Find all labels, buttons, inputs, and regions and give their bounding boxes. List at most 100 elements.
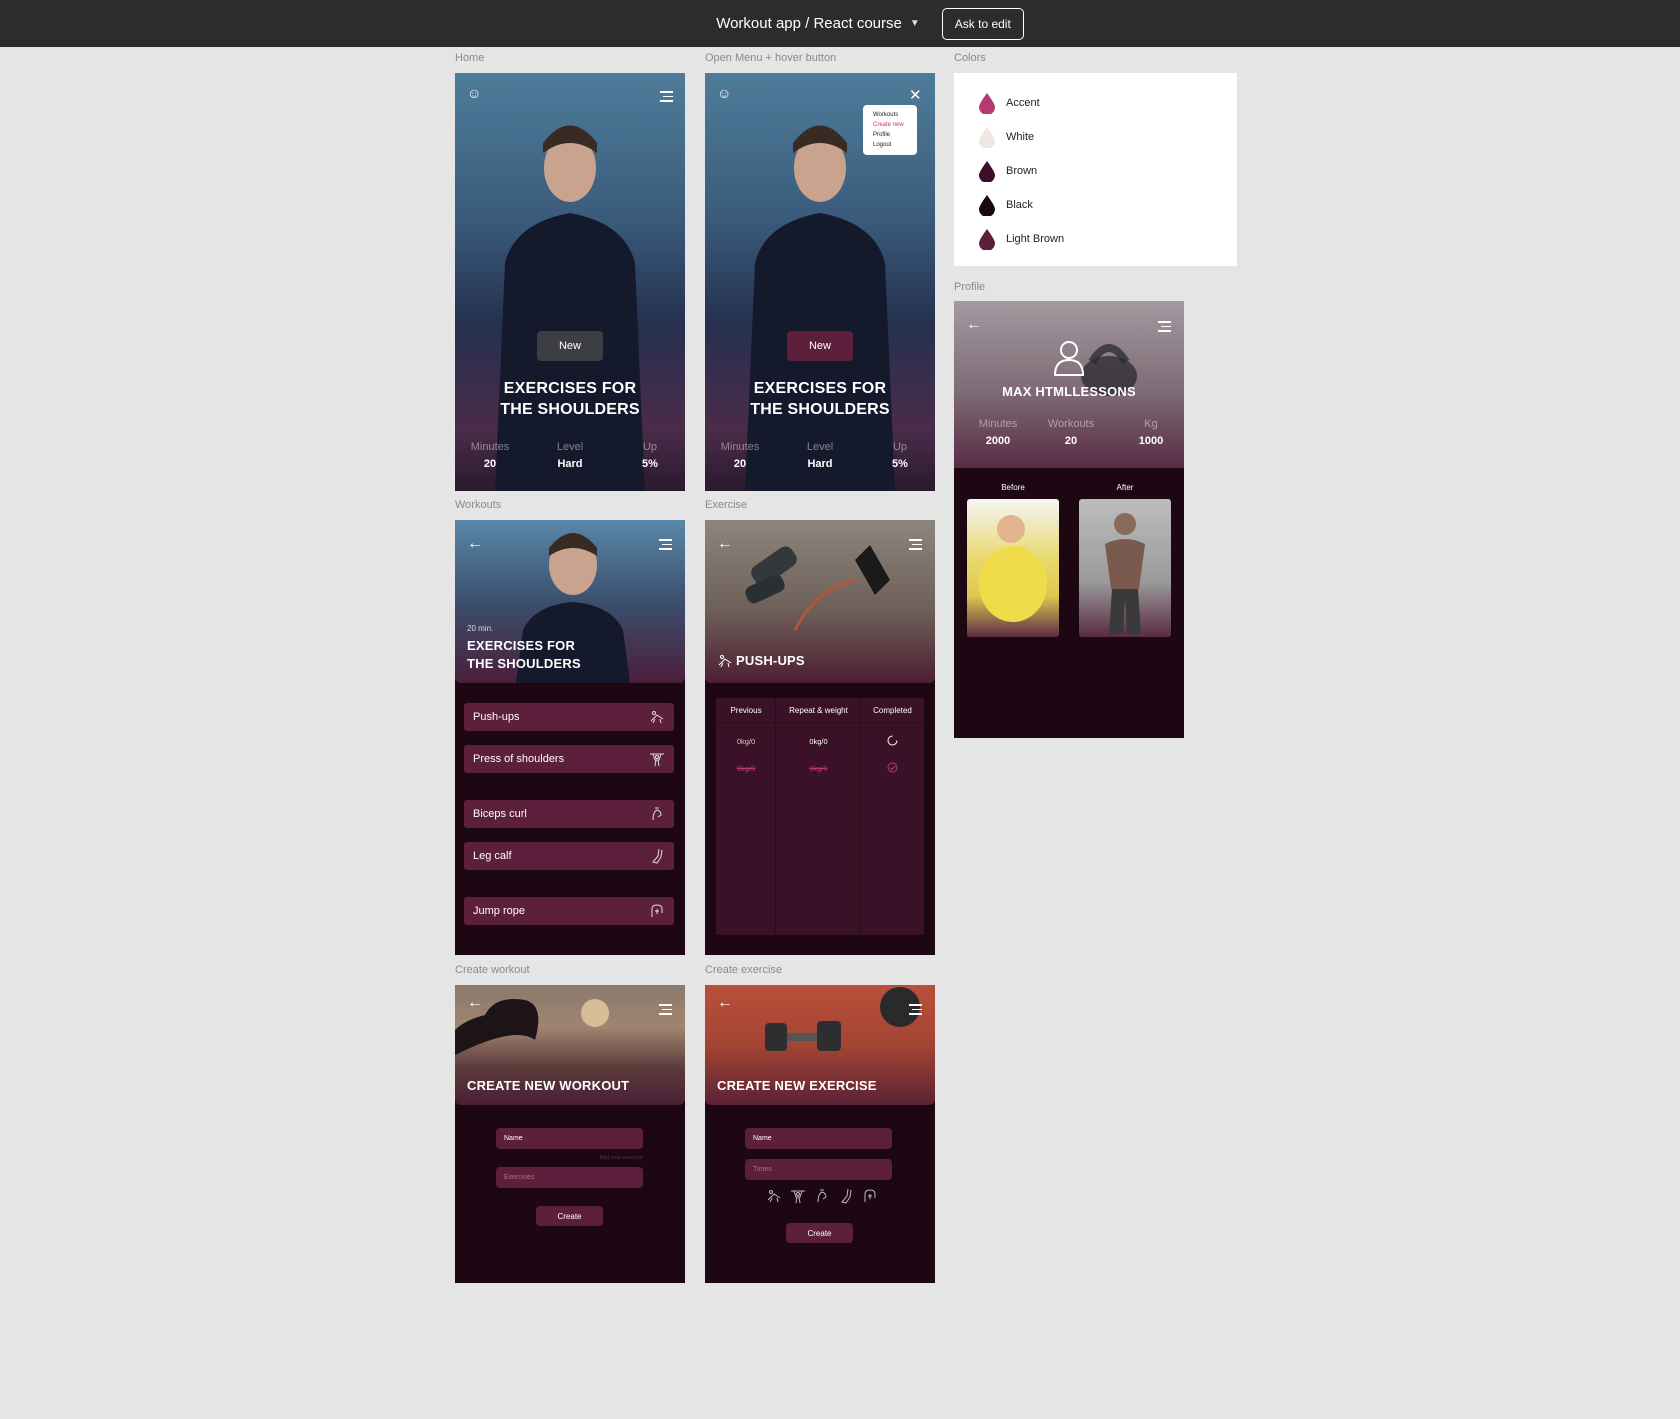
jump-rope-icon <box>651 904 663 917</box>
cell-repeat-weight[interactable]: 0kg/0 <box>776 764 861 773</box>
swatch-white: White <box>978 126 1034 148</box>
frame-label-create-exercise: Create exercise <box>705 964 783 976</box>
ask-to-edit-button[interactable]: Ask to edit <box>941 7 1024 40</box>
chevron-down-icon[interactable]: ▼ <box>910 18 920 29</box>
menu-icon[interactable] <box>659 1004 672 1015</box>
title-line-1: EXERCISES FOR <box>753 380 887 397</box>
avatar-icon <box>1053 341 1085 376</box>
list-item-press-of-shoulders[interactable]: Press of shoulders <box>464 745 674 773</box>
stat-level: Level Hard <box>556 441 584 470</box>
stat-up: Up 5% <box>892 441 908 470</box>
col-header-completed: Completed <box>873 706 912 715</box>
swatch-accent: Accent <box>978 92 1040 114</box>
list-item-leg-calf[interactable]: Leg calf <box>464 842 674 870</box>
user-icon[interactable]: ☺ <box>717 85 731 101</box>
list-item-biceps-curl[interactable]: Biceps curl <box>464 800 674 828</box>
swatch-light-brown: Light Brown <box>978 228 1064 250</box>
cell-previous: 0kg/0 <box>736 737 756 746</box>
back-arrow-icon[interactable]: ← <box>717 536 733 552</box>
before-label: Before <box>1001 483 1025 492</box>
push-ups-icon[interactable] <box>766 1188 782 1204</box>
back-arrow-icon[interactable]: ← <box>966 317 982 333</box>
user-icon[interactable]: ☺ <box>467 85 481 101</box>
stat-kg: Kg 1000 <box>1138 418 1164 447</box>
menu-item-create-new[interactable]: Create new <box>873 120 907 130</box>
create-workout-screen: ← CREATE NEW WORKOUT Name Add new exerci… <box>455 985 685 1283</box>
create-exercise-title: CREATE NEW EXERCISE <box>717 1078 877 1093</box>
frame-label-create-workout: Create workout <box>455 964 530 976</box>
add-new-exercise-link[interactable]: Add new exercise <box>575 1155 643 1161</box>
col-header-repeat-weight: Repeat & weight <box>789 706 848 715</box>
list-item-jump-rope[interactable]: Jump rope <box>464 897 674 925</box>
push-ups-icon <box>650 711 664 724</box>
name-input[interactable]: Name <box>496 1128 643 1149</box>
after-label: After <box>1116 483 1134 492</box>
push-ups-icon <box>718 655 732 668</box>
back-arrow-icon[interactable]: ← <box>717 995 733 1011</box>
after-photo <box>1079 499 1171 637</box>
leg-calf-icon <box>652 848 663 864</box>
create-workout-title: CREATE NEW WORKOUT <box>467 1078 630 1093</box>
shoulder-press-icon <box>650 753 664 767</box>
exercises-select[interactable]: Exercises <box>496 1167 643 1188</box>
frame-label-colors: Colors <box>954 52 986 64</box>
times-input[interactable]: Times <box>745 1159 892 1180</box>
loading-icon[interactable] <box>887 735 898 746</box>
leg-calf-icon[interactable] <box>838 1188 854 1204</box>
profile-screen: ← MAX HTMLLESSONS Minutes 2000 Workouts 20… <box>954 301 1184 738</box>
colors-panel: Accent White Brown Black Light Brown <box>954 73 1237 266</box>
workout-title: EXERCISES FOR THE SHOULDERS <box>705 378 935 420</box>
col-header-previous: Previous <box>730 706 762 715</box>
drop-icon <box>979 93 995 114</box>
stat-minutes: Minutes 20 <box>470 441 510 470</box>
exercise-title: PUSH-UPS <box>736 653 805 668</box>
stat-up: Up 5% <box>642 441 658 470</box>
shoulder-press-icon[interactable] <box>790 1188 806 1204</box>
title-line-1: EXERCISES FOR <box>467 638 576 653</box>
drop-icon <box>979 127 995 148</box>
drop-icon <box>979 161 995 182</box>
list-item-push-ups[interactable]: Push-ups <box>464 703 674 731</box>
after-person-image <box>1105 513 1145 634</box>
title-line-2: THE SHOULDERS <box>500 401 640 418</box>
frame-label-workouts: Workouts <box>455 499 502 511</box>
menu-icon[interactable] <box>660 91 673 102</box>
stat-minutes: Minutes 20 <box>720 441 760 470</box>
title-line-2: THE SHOULDERS <box>750 401 890 418</box>
new-button-hover[interactable]: New <box>787 331 853 361</box>
swatch-brown: Brown <box>978 160 1037 182</box>
back-arrow-icon[interactable]: ← <box>467 536 483 552</box>
create-button[interactable]: Create <box>786 1223 853 1243</box>
create-button[interactable]: Create <box>536 1206 603 1226</box>
name-input[interactable]: Name <box>745 1128 892 1149</box>
create-exercise-screen: ← CREATE NEW EXERCISE Name Times Create <box>705 985 935 1283</box>
title-line-1: EXERCISES FOR <box>503 380 637 397</box>
menu-item-profile[interactable]: Profile <box>873 130 907 140</box>
menu-item-workouts[interactable]: Workouts <box>873 110 907 120</box>
back-arrow-icon[interactable]: ← <box>467 995 483 1011</box>
menu-screen: ☺ ✕ Workouts Create new Profile Logout N… <box>705 73 935 491</box>
profile-name: MAX HTMLLESSONS <box>1002 384 1136 399</box>
workout-time: 20 min. <box>467 624 494 633</box>
frame-label-exercise: Exercise <box>705 499 748 511</box>
biceps-curl-icon[interactable] <box>814 1188 830 1204</box>
before-photo <box>967 499 1059 637</box>
menu-icon[interactable] <box>909 539 922 550</box>
file-title[interactable]: Workout app / React course ▼ <box>716 15 920 32</box>
top-bar: Workout app / React course ▼ Ask to edit <box>0 0 1680 47</box>
drop-icon <box>979 195 995 216</box>
stat-workouts: Workouts 20 <box>1047 418 1095 447</box>
stat-minutes: Minutes 2000 <box>978 418 1018 447</box>
jump-rope-icon[interactable] <box>862 1188 878 1204</box>
close-icon[interactable]: ✕ <box>909 88 922 104</box>
check-circle-icon[interactable] <box>887 762 898 773</box>
new-button[interactable]: New <box>537 331 603 361</box>
file-title-text: Workout app / React course <box>716 15 902 32</box>
exercise-icon-picker <box>766 1188 878 1204</box>
cell-repeat-weight[interactable]: 0kg/0 <box>776 737 861 746</box>
menu-icon[interactable] <box>659 539 672 550</box>
workouts-screen: ← 20 min. EXERCISES FOR THE SHOULDERS Pu… <box>455 520 685 955</box>
menu-icon[interactable] <box>1158 321 1171 332</box>
menu-icon[interactable] <box>909 1004 922 1015</box>
menu-item-logout[interactable]: Logout <box>873 140 907 150</box>
